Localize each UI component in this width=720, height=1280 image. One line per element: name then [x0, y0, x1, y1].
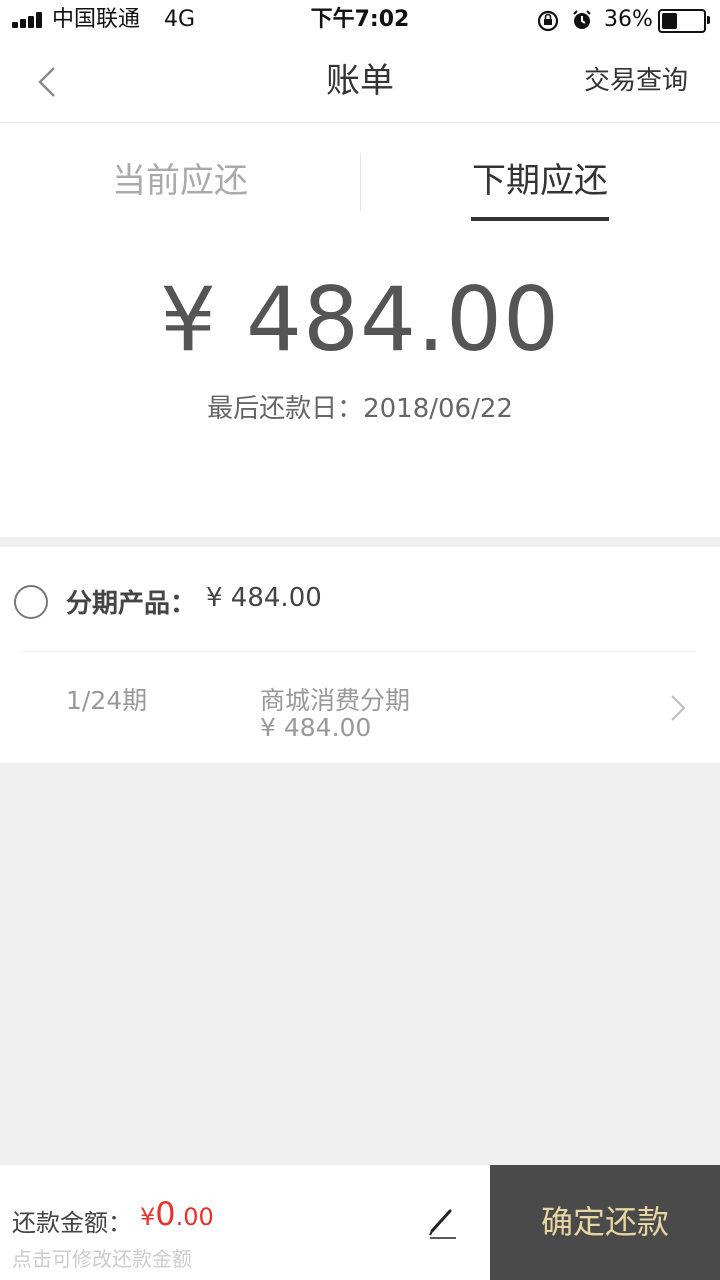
status-bar: 中国联通 4G 下午7:02 36% — [0, 0, 720, 40]
pay-amount-value[interactable]: ¥0.00 — [140, 1197, 214, 1234]
due-date-value: 2018/06/22 — [363, 394, 513, 424]
chevron-right-icon — [671, 695, 686, 721]
back-arrow-icon[interactable] — [28, 62, 68, 102]
pay-amount-hint: 点击可修改还款金额 — [12, 1247, 192, 1271]
due-date-row: 最后还款日：2018/06/22 — [0, 388, 720, 425]
edit-pencil-icon[interactable] — [424, 1201, 460, 1241]
payment-bar: 还款金额： ¥0.00 点击可修改还款金额 确定还款 — [0, 1165, 720, 1280]
tab-next-due[interactable]: 下期应还 — [360, 153, 720, 223]
product-total: ¥ 484.00 — [206, 583, 322, 613]
transaction-query-link[interactable]: 交易查询 — [584, 40, 688, 122]
confirm-repayment-button[interactable]: 确定还款 — [490, 1165, 720, 1280]
product-select-radio[interactable] — [14, 585, 48, 619]
pay-amount-int: 0 — [155, 1195, 176, 1233]
due-amount: ¥ 484.00 — [160, 268, 560, 371]
installment-row[interactable]: 1/24期 商城消费分期 ¥ 484.00 — [0, 652, 720, 763]
plan-name: 商城消费分期 — [260, 686, 411, 715]
due-date-label: 最后还款日： — [207, 394, 364, 424]
alarm-icon — [573, 10, 591, 29]
product-label: 分期产品： — [66, 589, 197, 619]
bill-summary-panel: 当前应还 下期应还 ¥ 484.00 最后还款日：2018/06/22 — [0, 123, 720, 537]
pay-amount-label: 还款金额： — [12, 1209, 132, 1237]
battery-icon — [658, 9, 720, 33]
active-tab-indicator — [471, 217, 609, 221]
plan-amount: ¥ 484.00 — [260, 713, 372, 742]
pay-currency: ¥ — [140, 1203, 156, 1231]
battery-percent: 36% — [604, 7, 653, 32]
nav-bar: 账单 交易查询 — [0, 40, 720, 123]
installment-period: 1/24期 — [66, 686, 148, 715]
rotation-lock-icon — [537, 10, 559, 32]
tab-current-due[interactable]: 当前应还 — [0, 153, 360, 223]
pay-amount-dec: .00 — [175, 1203, 214, 1231]
installment-section: 分期产品： ¥ 484.00 1/24期 商城消费分期 ¥ 484.00 — [0, 547, 720, 763]
